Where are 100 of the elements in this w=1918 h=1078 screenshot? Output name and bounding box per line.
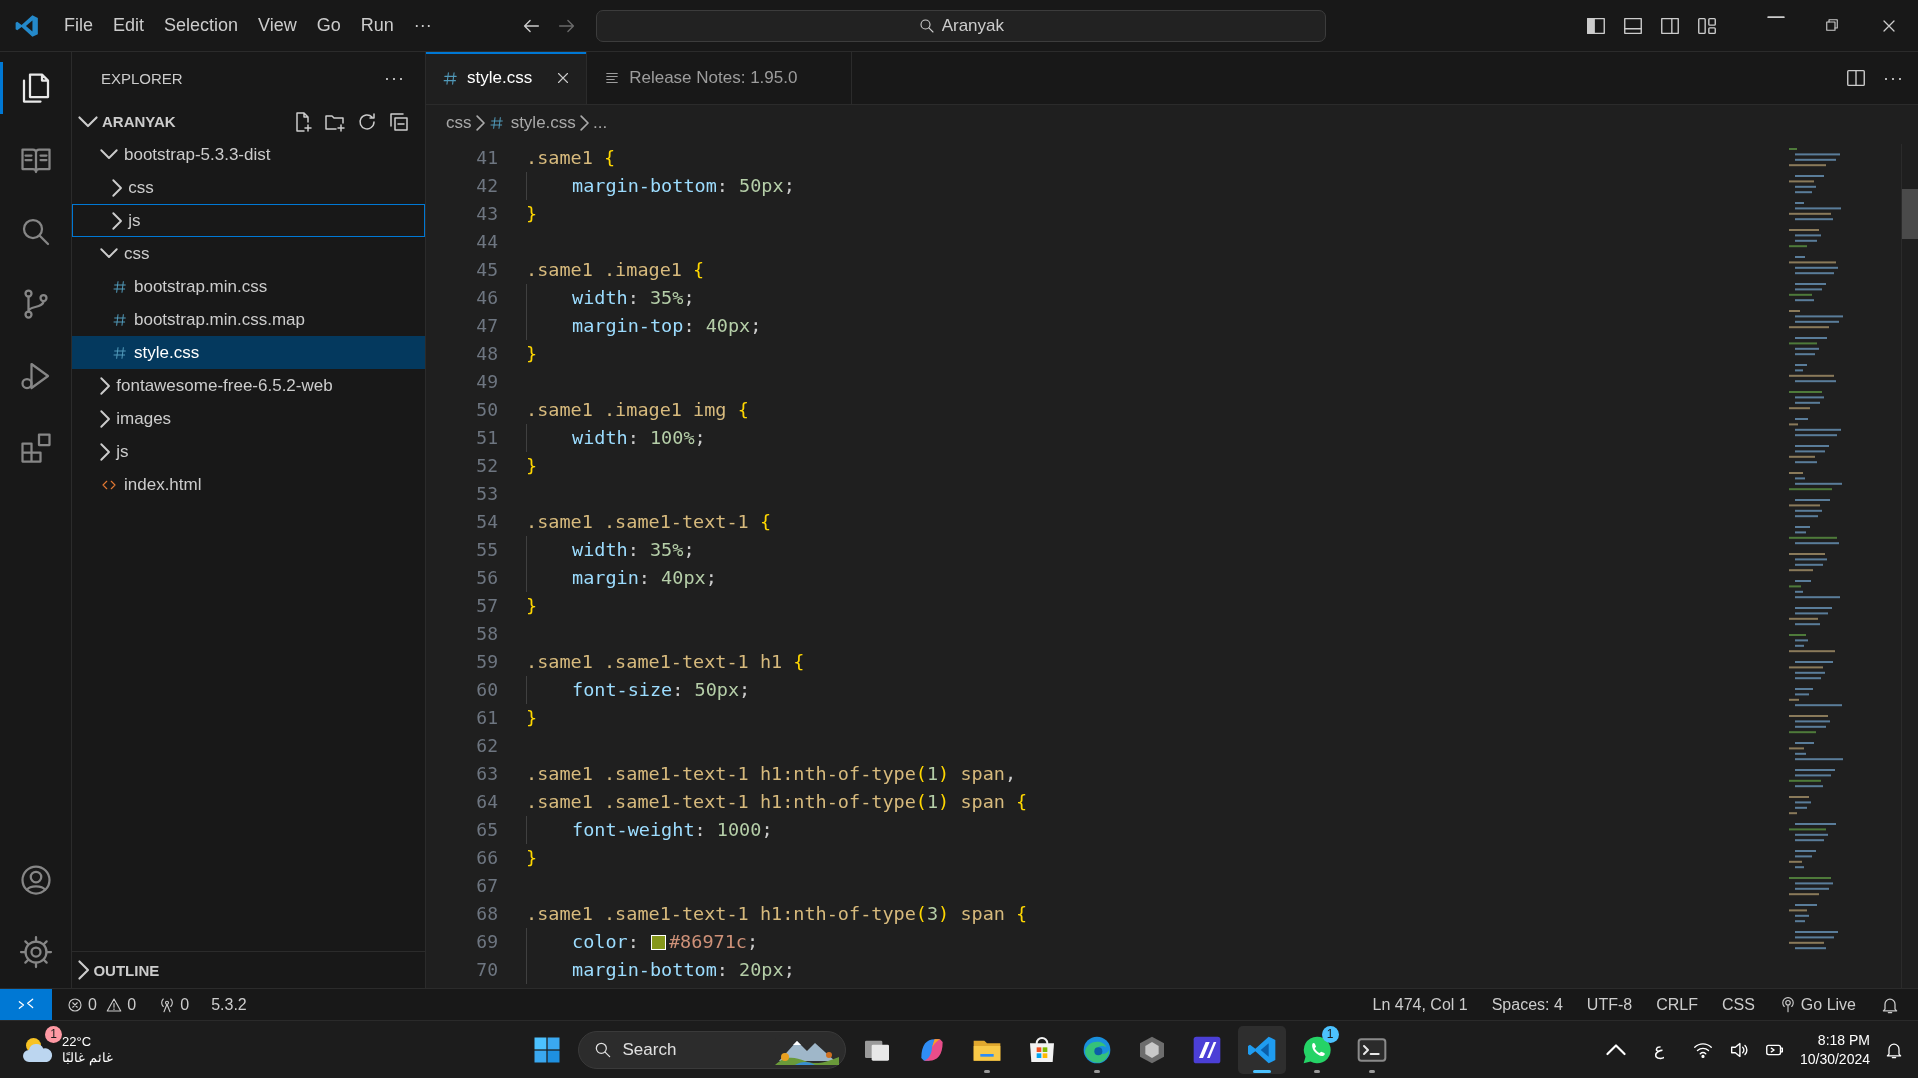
menu-item[interactable]: Edit <box>103 9 155 42</box>
line-number: 51 <box>475 426 498 450</box>
tree-item[interactable]: images <box>72 402 425 435</box>
tree-item[interactable]: js <box>72 204 425 237</box>
line-number: 58 <box>475 622 498 646</box>
line-number: 63 <box>475 762 498 786</box>
menu-item[interactable]: View <box>248 9 307 42</box>
tree-item[interactable]: bootstrap-5.3.3-dist <box>72 138 425 171</box>
hash-icon <box>488 114 505 131</box>
line-number: 60 <box>475 678 498 702</box>
breadcrumb-item[interactable]: css <box>446 112 472 133</box>
line-number: 65 <box>475 818 498 842</box>
running-indicator <box>1252 1069 1271 1073</box>
running-indicator <box>1368 1069 1375 1073</box>
code-line: } <box>526 202 538 226</box>
notification-badge: 1 <box>1321 1025 1339 1043</box>
scrollbar-thumb[interactable] <box>1902 189 1918 239</box>
taskbar-button[interactable] <box>1237 1025 1286 1074</box>
line-number: 50 <box>475 398 498 422</box>
line-number: 68 <box>475 902 498 926</box>
line-number: 53 <box>475 482 498 506</box>
menu-item[interactable]: Go <box>306 9 351 42</box>
menu-item[interactable]: Run <box>350 9 404 42</box>
code-line: .same1 .image1 img { <box>526 398 749 422</box>
line-number: 61 <box>475 706 498 730</box>
chevron-right-icon <box>475 114 485 131</box>
status-item[interactable]: Spaces: 4 <box>1491 995 1563 1014</box>
code-line: margin-bottom: 50px; <box>526 172 795 200</box>
status-item[interactable]: Ln 474, Col 1 <box>1372 995 1468 1014</box>
running-indicator <box>1093 1069 1100 1073</box>
code-line: } <box>526 846 538 870</box>
code-line: .same1 .same1-text-1 h1:nth-of-type(1) span, <box>526 762 1017 786</box>
color-swatch[interactable] <box>651 934 666 950</box>
hash-icon <box>112 311 128 328</box>
line-number: 44 <box>475 230 498 254</box>
code-line: .same1 .same1-text-1 h1:nth-of-type(1) span { <box>526 790 1028 814</box>
hash-icon <box>112 278 128 295</box>
show-hidden-icons-icon[interactable] <box>1605 1043 1626 1056</box>
line-number: 67 <box>475 874 498 898</box>
running-indicator <box>983 1069 990 1073</box>
minimize-icon[interactable] <box>1767 15 1785 18</box>
running-indicator <box>1313 1069 1320 1073</box>
menu-item[interactable]: Selection <box>154 9 249 42</box>
line-number: 69 <box>475 930 498 954</box>
input-language[interactable]: ع <box>1653 1039 1664 1060</box>
status-item[interactable]: CRLF <box>1656 995 1698 1014</box>
code-line: width: 35%; <box>526 284 695 312</box>
line-number: 56 <box>475 566 498 590</box>
more-actions-button[interactable]: ··· <box>1883 67 1904 89</box>
more-actions-button[interactable]: ··· <box>384 68 405 89</box>
line-number: 52 <box>475 454 498 478</box>
line-number: 45 <box>475 258 498 282</box>
ports-button[interactable]: 0 <box>158 995 190 1014</box>
tree-item[interactable]: bootstrap.min.css.map <box>72 303 425 336</box>
clock[interactable]: 8:18 PM 10/30/2024 <box>1799 1030 1870 1069</box>
menu-item[interactable]: ··· <box>403 9 442 42</box>
editor-tab[interactable]: style.css <box>426 52 588 104</box>
taskbar-button[interactable]: 1 <box>1292 1025 1341 1074</box>
line-number: 54 <box>475 510 498 534</box>
code-line: } <box>526 342 538 366</box>
code-line: .same1 { <box>526 146 616 170</box>
code-line: margin: 40px; <box>526 564 717 592</box>
weather-condition: غائم غالبًا <box>62 1049 113 1066</box>
folder-section-header[interactable]: ARANYAK <box>78 113 291 130</box>
command-center[interactable]: Aranyak <box>595 9 1326 42</box>
status-item[interactable]: CSS <box>1721 995 1755 1014</box>
menu-item[interactable]: File <box>54 9 103 42</box>
tree-item[interactable]: css <box>72 171 425 204</box>
line-number: 46 <box>475 286 498 310</box>
code-line: .same1 .same1-text-1 h1:nth-of-type(3) span { <box>526 902 1028 926</box>
problems-button[interactable]: 0 0 <box>66 995 137 1014</box>
breadcrumb-item[interactable]: style.css <box>488 112 576 133</box>
status-item[interactable]: UTF-8 <box>1586 995 1633 1014</box>
line-number: 49 <box>475 370 498 394</box>
tree-item[interactable]: index.html <box>72 468 425 501</box>
tree-item[interactable]: css <box>72 237 425 270</box>
hash-icon <box>442 69 459 87</box>
line-number: 62 <box>475 734 498 758</box>
line-number: 43 <box>475 202 498 226</box>
outline-section-header[interactable]: OUTLINE <box>72 960 425 980</box>
tree-item[interactable]: fontawesome-free-6.5.2-web <box>72 369 425 402</box>
go-live-button[interactable]: Go Live <box>1778 995 1856 1014</box>
code-text: #86971c; <box>669 930 759 954</box>
tree-item[interactable]: bootstrap.min.css <box>72 270 425 303</box>
tree-item[interactable]: js <box>72 435 425 468</box>
code-line: .same1 .same1-text-1 { <box>526 510 772 534</box>
editor-tab[interactable]: Release Notes: 1.95.0 <box>587 52 853 104</box>
code-text: color: <box>526 928 650 956</box>
code-line: .same1 .same1-text-1 h1 { <box>526 650 805 674</box>
version-label[interactable]: 5.3.2 <box>211 995 247 1014</box>
notification-badge: 1 <box>45 1025 62 1043</box>
breadcrumb-item[interactable]: ... <box>592 112 608 133</box>
line-number: 47 <box>475 314 498 338</box>
code-line: .same1 .image1 { <box>526 258 705 282</box>
settings-icon[interactable] <box>17 934 54 970</box>
line-number: 48 <box>475 342 498 366</box>
split-editor-icon[interactable] <box>1845 67 1867 89</box>
line-number: 70 <box>475 958 498 982</box>
taskbar-search[interactable]: Search <box>577 1030 846 1069</box>
tree-item[interactable]: style.css <box>72 336 425 369</box>
